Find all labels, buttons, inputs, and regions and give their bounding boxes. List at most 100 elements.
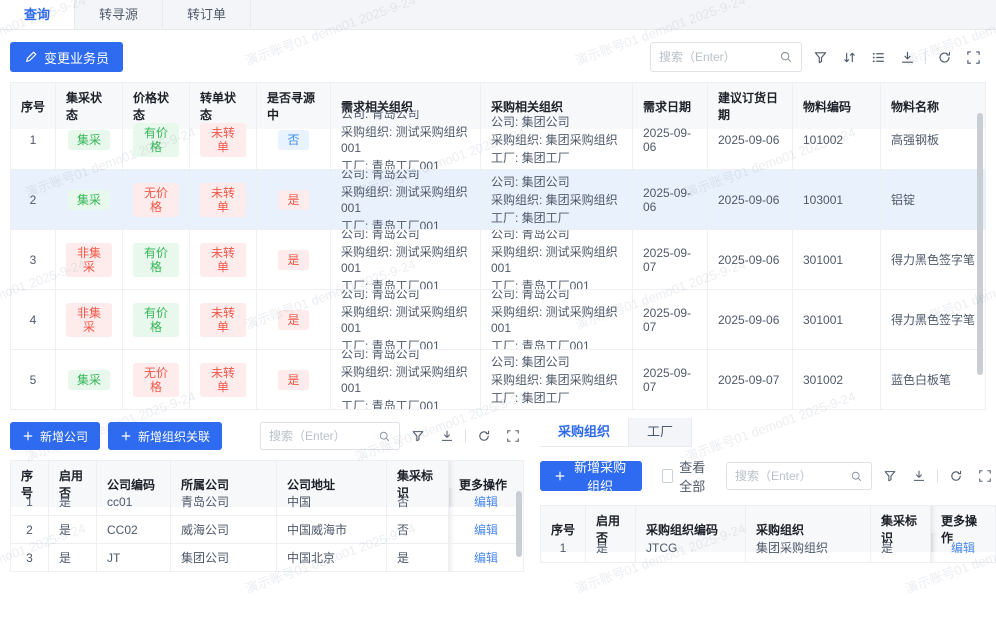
main-toolbar-tools [650, 42, 984, 72]
table-row[interactable]: 3是JT集团公司中国北京是编辑 [11, 543, 523, 571]
tab-transfer-sourcing[interactable]: 转寻源 [75, 0, 163, 29]
table-row[interactable]: 1是JTCG集团采购组织是编辑 [541, 532, 995, 562]
org-line: 采购组织: 测试采购组织001 [491, 244, 622, 276]
org-line: 公司: 青岛公司 [341, 290, 420, 302]
search-icon [378, 430, 391, 443]
data-cell: JTCG [636, 533, 746, 562]
search-icon [850, 470, 863, 483]
table-row[interactable]: 1是cc01青岛公司中国否编辑 [11, 487, 523, 515]
change-salesman-button[interactable]: 变更业务员 [10, 42, 123, 72]
tab-query[interactable]: 查询 [0, 0, 75, 29]
org-table-header: 序号启用否采购组织编码采购组织集采标识更多操作 [541, 506, 995, 532]
toolbar-divider [937, 469, 938, 483]
add-company-label: 新增公司 [40, 428, 88, 445]
tab-factory[interactable]: 工厂 [629, 418, 692, 446]
table-row[interactable]: 4非集采有价格未转单是公司: 青岛公司采购组织: 测试采购组织001工厂: 青岛… [11, 289, 985, 349]
company-toolbar-tools [260, 422, 524, 450]
company-table-scrollbar[interactable] [516, 491, 522, 557]
sort-icon[interactable] [838, 46, 860, 68]
action-cell: 编辑 [449, 544, 523, 571]
purchase-org-cell: 公司: 青岛公司采购组织: 测试采购组织001工厂: 青岛工厂001 [481, 230, 633, 289]
status-tag: 集采 [68, 190, 110, 210]
demand-org-cell: 公司: 青岛公司采购组织: 测试采购组织001工厂: 青岛工厂001 [331, 170, 481, 229]
org-table-body: 1是JTCG集团采购组织是编辑 [541, 532, 995, 562]
data-cell: 101002 [793, 110, 881, 169]
status-cell: 未转单 [190, 290, 257, 349]
filter-icon[interactable] [407, 425, 429, 447]
add-company-button[interactable]: 新增公司 [10, 422, 100, 450]
company-table-body: 1是cc01青岛公司中国否编辑2是CC02威海公司中国威海市否编辑3是JT集团公… [11, 487, 523, 571]
main-table-scrollbar[interactable] [977, 113, 983, 375]
filter-icon[interactable] [879, 465, 901, 487]
view-all-checkbox[interactable] [662, 469, 673, 483]
data-cell: 2025-09-06 [633, 110, 708, 169]
status-cell: 未转单 [190, 350, 257, 409]
org-line: 采购组织: 集团采购组织 [491, 132, 618, 148]
status-cell: 否 [257, 110, 331, 169]
status-tag: 无价格 [133, 363, 179, 397]
tab-transfer-order[interactable]: 转订单 [163, 0, 251, 29]
filter-icon[interactable] [809, 46, 831, 68]
fullscreen-icon[interactable] [502, 425, 524, 447]
purchase-org-cell: 公司: 集团公司采购组织: 集团采购组织工厂: 集团工厂 [481, 350, 633, 409]
table-row[interactable]: 2集采无价格未转单是公司: 青岛公司采购组织: 测试采购组织001工厂: 青岛工… [11, 169, 985, 229]
table-row[interactable]: 5集采无价格未转单是公司: 青岛公司采购组织: 测试采购组织001工厂: 青岛工… [11, 349, 985, 409]
fullscreen-icon[interactable] [974, 465, 996, 487]
company-search-input[interactable] [269, 429, 378, 443]
plus-icon [22, 430, 34, 442]
column-list-icon[interactable] [867, 46, 889, 68]
status-cell: 有价格 [123, 230, 190, 289]
data-cell: 2025-09-06 [708, 110, 793, 169]
org-line: 工厂: 集团工厂 [491, 150, 570, 166]
org-line: 公司: 青岛公司 [491, 290, 570, 302]
demand-org-cell: 公司: 青岛公司采购组织: 测试采购组织001工厂: 青岛工厂001 [331, 290, 481, 349]
toolbar-divider [925, 50, 926, 64]
org-toolbar: 新增采购组织 查看全部 [540, 457, 996, 495]
add-purchase-org-button[interactable]: 新增采购组织 [540, 461, 642, 491]
data-cell: 是 [49, 488, 97, 515]
status-tag: 未转单 [200, 123, 246, 157]
data-cell: 集团采购组织 [746, 533, 871, 562]
status-tag: 是 [278, 190, 308, 210]
org-panel: 采购组织 工厂 新增采购组织 查看全部 [540, 418, 996, 563]
view-all-checkbox-wrap[interactable]: 查看全部 [662, 457, 718, 495]
edit-link[interactable]: 编辑 [951, 539, 975, 556]
data-cell: 中国 [277, 488, 387, 515]
status-tag: 否 [278, 130, 308, 150]
purchase-org-cell: 公司: 集团公司采购组织: 集团采购组织工厂: 集团工厂 [481, 110, 633, 169]
download-icon[interactable] [896, 46, 918, 68]
refresh-icon[interactable] [933, 46, 955, 68]
refresh-icon[interactable] [473, 425, 495, 447]
edit-link[interactable]: 编辑 [474, 549, 498, 566]
add-org-link-button[interactable]: 新增组织关联 [108, 422, 222, 450]
fullscreen-icon[interactable] [962, 46, 984, 68]
download-icon[interactable] [908, 465, 930, 487]
table-row[interactable]: 1集采有价格未转单否公司: 青岛公司采购组织: 测试采购组织001工厂: 青岛工… [11, 109, 985, 169]
table-row[interactable]: 2是CC02威海公司中国威海市否编辑 [11, 515, 523, 543]
refresh-icon[interactable] [945, 465, 967, 487]
status-tag: 非集采 [66, 303, 112, 337]
data-cell: 2025-09-07 [708, 350, 793, 409]
bottom-section: 新增公司 新增组织关联 [0, 418, 996, 572]
plus-icon [554, 470, 566, 482]
view-all-label: 查看全部 [679, 457, 718, 495]
status-tag: 有价格 [133, 243, 179, 277]
edit-link[interactable]: 编辑 [474, 493, 498, 510]
data-cell: 301001 [793, 230, 881, 289]
demand-org-cell: 公司: 青岛公司采购组织: 测试采购组织001工厂: 青岛工厂001 [331, 350, 481, 409]
tab-purchase-org[interactable]: 采购组织 [540, 418, 629, 446]
table-row[interactable]: 3非集采有价格未转单是公司: 青岛公司采购组织: 测试采购组织001工厂: 青岛… [11, 229, 985, 289]
download-icon[interactable] [436, 425, 458, 447]
edit-link[interactable]: 编辑 [474, 521, 498, 538]
search-icon [779, 50, 793, 64]
org-line: 采购组织: 测试采购组织001 [341, 304, 470, 336]
status-tag: 是 [278, 310, 308, 330]
status-tag: 未转单 [200, 363, 246, 397]
data-cell: 是 [586, 533, 636, 562]
main-toolbar: 变更业务员 [0, 30, 996, 82]
plus-icon [120, 430, 132, 442]
org-search-input[interactable] [735, 469, 850, 483]
main-search-input[interactable] [659, 50, 779, 64]
status-tag: 是 [278, 250, 308, 270]
data-cell: 2 [11, 516, 49, 543]
